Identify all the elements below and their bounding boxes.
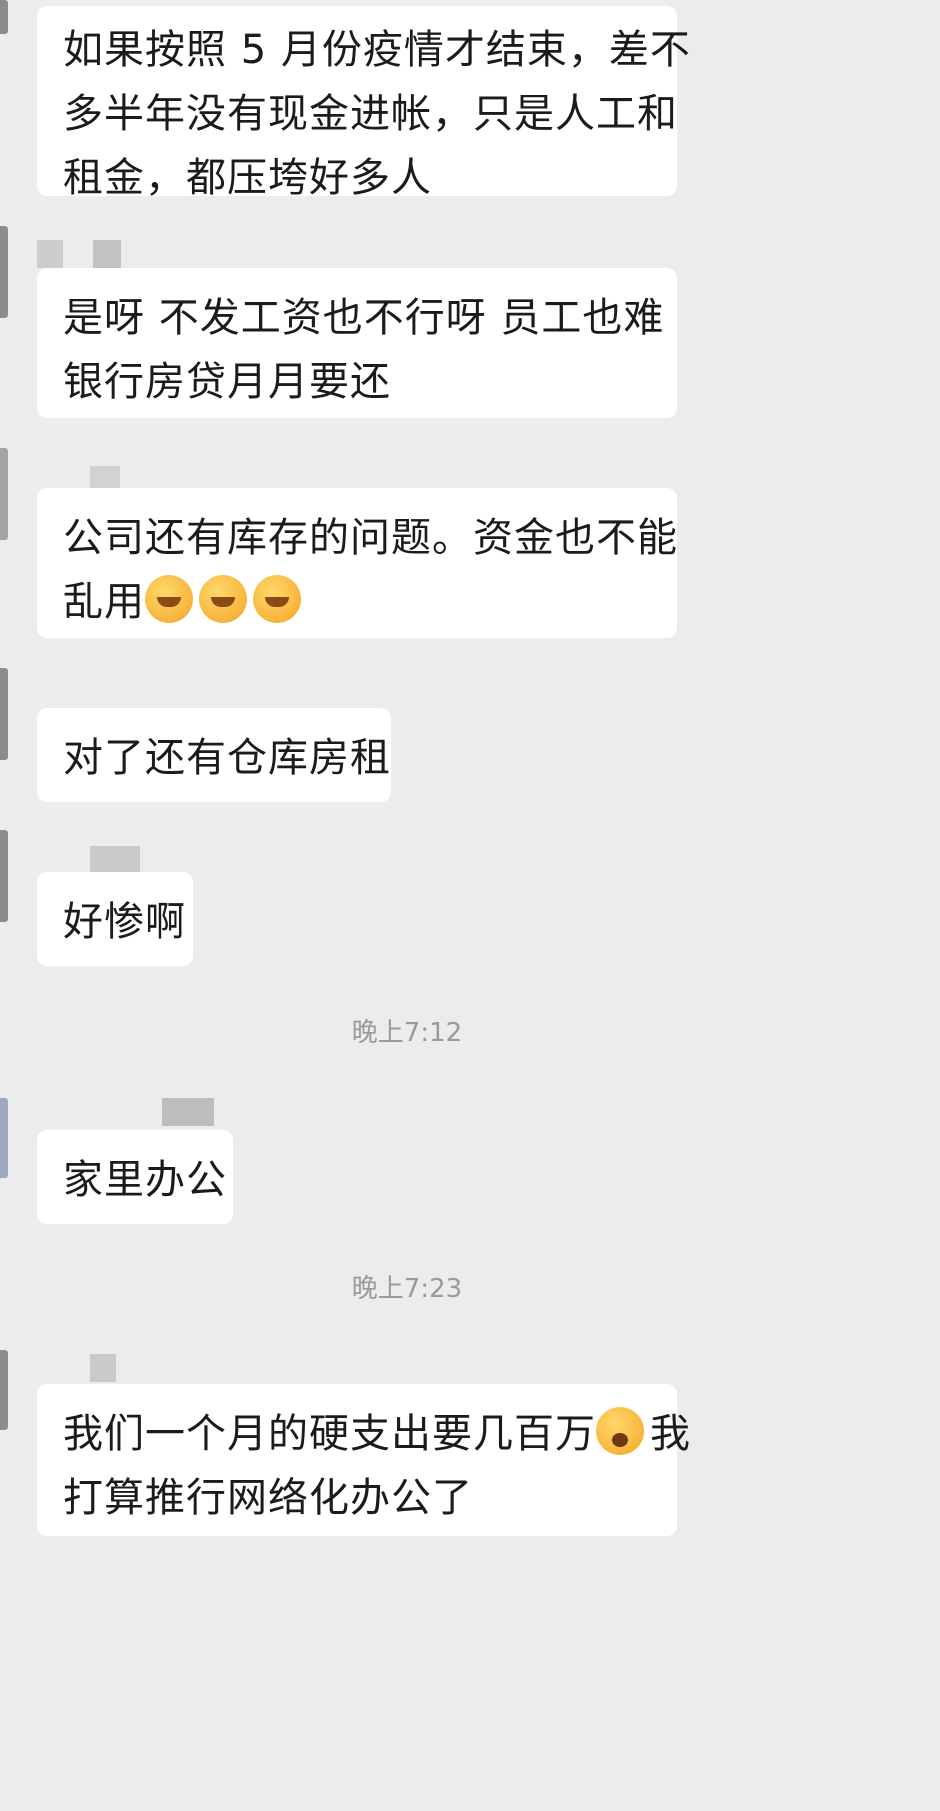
message-text: 租金，都压垮好多人 — [63, 155, 432, 201]
chat-window: 如果按照 5 月份疫情才结束，差不 多半年没有现金进帐，只是人工和 租金，都压垮… — [0, 0, 940, 1811]
message-timestamp: 晚上7:23 — [351, 1274, 463, 1304]
sender-avatar[interactable] — [0, 1098, 8, 1178]
message-line-with-emoji: 乱用 — [63, 570, 651, 634]
sender-name-blurred — [162, 1098, 214, 1126]
message-bubble[interactable]: 好惨啊 — [37, 872, 193, 966]
message-text: 公司还有库存的问题。资金也不能 — [63, 515, 678, 561]
message-bubble[interactable]: 对了还有仓库房租 — [37, 708, 391, 802]
sender-avatar[interactable] — [0, 0, 8, 34]
sender-name-blurred — [37, 240, 127, 268]
message-line-with-emoji: 我们一个月的硬支出要几百万 我 — [63, 1402, 690, 1466]
screaming-emoji-icon — [596, 1407, 644, 1455]
message-text: 如果按照 5 月份疫情才结束，差不 — [63, 27, 691, 73]
message-text: 是呀 不发工资也不行呀 员工也难 — [63, 295, 665, 341]
message-text: 打算推行网络化办公了 — [63, 1475, 473, 1521]
crying-laughing-emoji-icon — [253, 575, 301, 623]
message-text: 家里办公 — [63, 1157, 227, 1203]
message-timestamp: 晚上7:12 — [351, 1018, 463, 1048]
sender-name-blurred — [90, 1354, 116, 1382]
message-text: 好惨啊 — [63, 899, 186, 945]
message-text: 对了还有仓库房租 — [63, 735, 391, 781]
crying-laughing-emoji-icon — [145, 575, 193, 623]
sender-avatar[interactable] — [0, 226, 8, 318]
sender-avatar[interactable] — [0, 668, 8, 760]
message-text: 多半年没有现金进帐，只是人工和 — [63, 91, 678, 137]
message-bubble[interactable]: 家里办公 — [37, 1130, 233, 1224]
message-bubble[interactable]: 我们一个月的硬支出要几百万 我 打算推行网络化办公了 — [37, 1384, 690, 1536]
sender-name-blurred — [90, 846, 140, 874]
sender-avatar[interactable] — [0, 448, 8, 540]
sender-avatar[interactable] — [0, 830, 8, 922]
crying-laughing-emoji-icon — [199, 575, 247, 623]
message-bubble[interactable]: 是呀 不发工资也不行呀 员工也难 银行房贷月月要还 — [37, 268, 677, 418]
message-text: 我们一个月的硬支出要几百万 — [63, 1411, 596, 1457]
message-text: 银行房贷月月要还 — [63, 359, 391, 405]
message-text: 乱用 — [63, 579, 145, 625]
message-text: 我 — [650, 1411, 691, 1457]
message-bubble[interactable]: 如果按照 5 月份疫情才结束，差不 多半年没有现金进帐，只是人工和 租金，都压垮… — [37, 6, 691, 201]
message-bubble[interactable]: 公司还有库存的问题。资金也不能 乱用 — [37, 488, 677, 638]
sender-avatar[interactable] — [0, 1350, 8, 1430]
